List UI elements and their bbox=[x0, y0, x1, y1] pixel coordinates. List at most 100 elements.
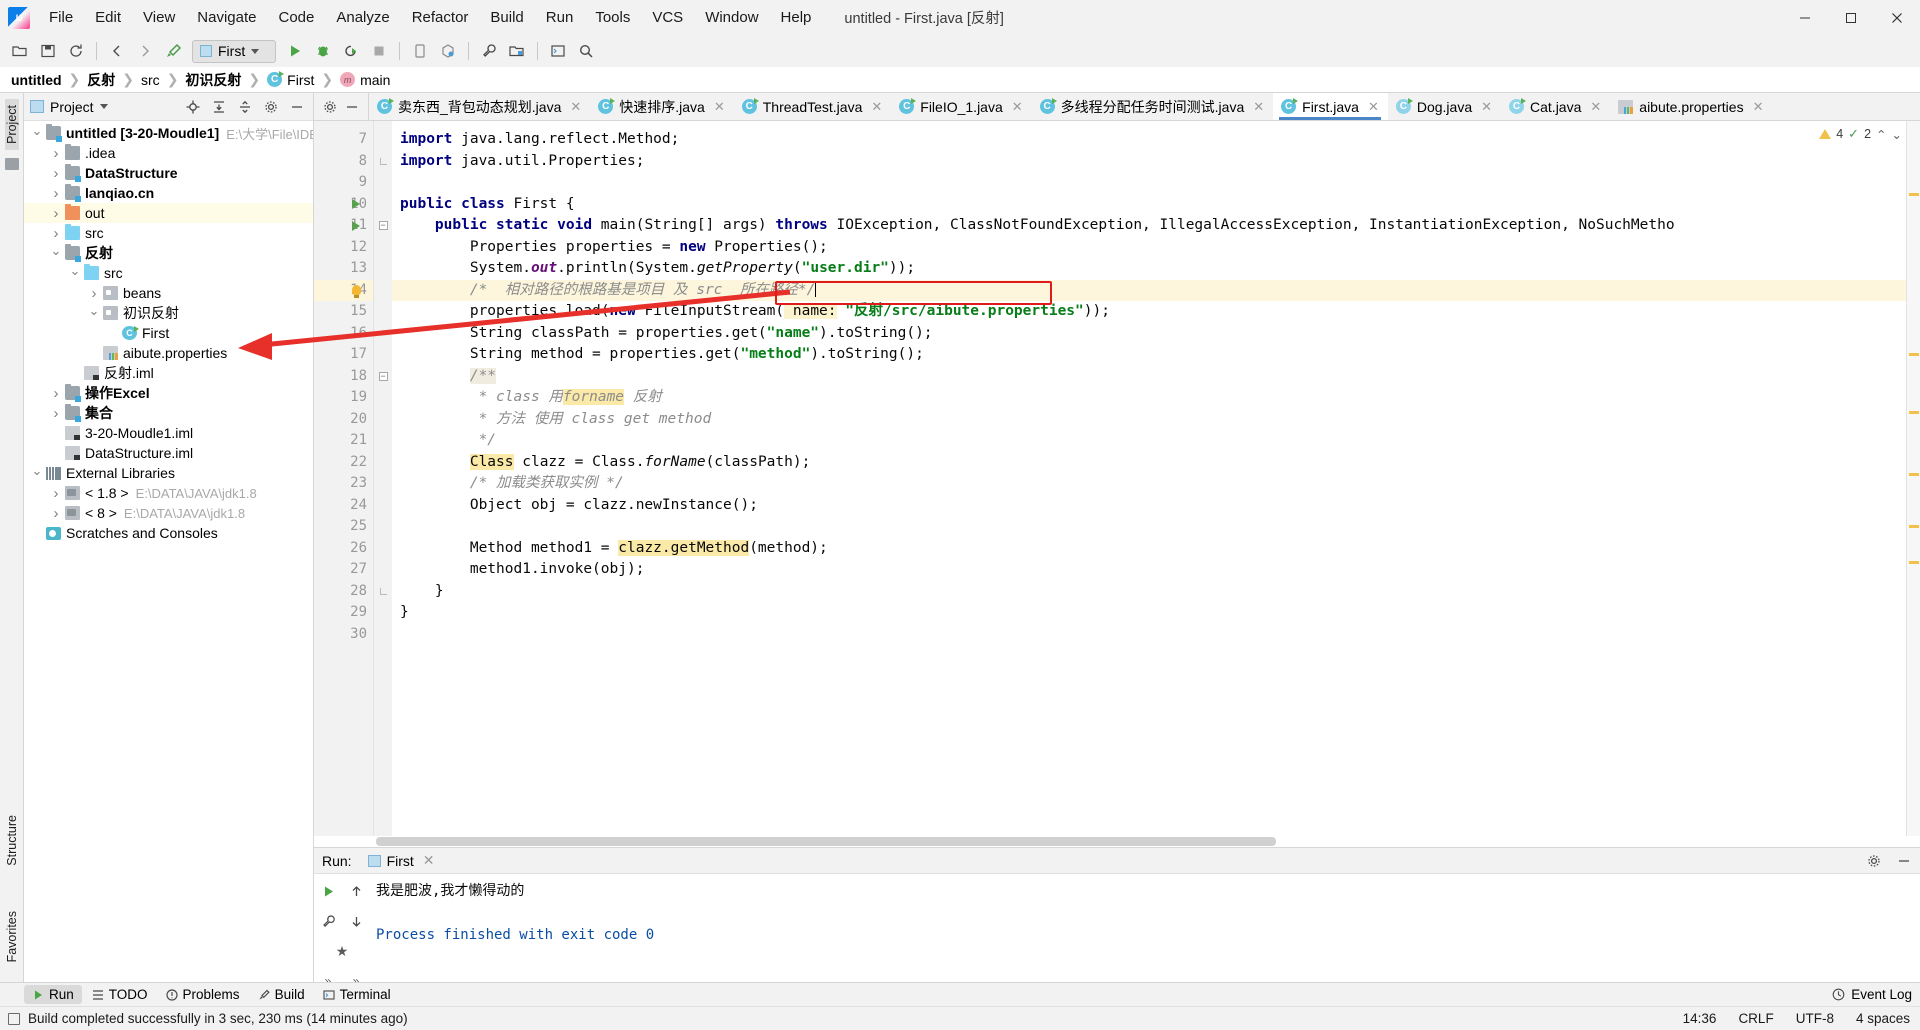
run-console-output[interactable]: 我是肥波,我才懒得动的 Process finished with exit c… bbox=[370, 874, 1920, 982]
chevron-right-icon[interactable] bbox=[49, 386, 63, 401]
terminal-icon[interactable] bbox=[545, 38, 571, 64]
chevron-right-icon[interactable] bbox=[87, 286, 101, 301]
chevron-right-icon[interactable] bbox=[49, 146, 63, 161]
code-line[interactable] bbox=[400, 172, 1906, 194]
code-line[interactable]: properties.load(new FileInputStream( nam… bbox=[400, 301, 1906, 323]
maximize-button[interactable] bbox=[1828, 0, 1874, 35]
run-gutter-icon[interactable] bbox=[352, 215, 360, 237]
fold-marker[interactable]: − bbox=[374, 215, 392, 237]
chevron-down-icon[interactable] bbox=[87, 307, 101, 320]
lock-icon[interactable] bbox=[8, 1012, 20, 1025]
editor-tab[interactable]: C ThreadTest.java ✕ bbox=[734, 93, 892, 120]
bookmark-icon[interactable] bbox=[4, 157, 19, 170]
gear-icon[interactable] bbox=[320, 97, 340, 117]
close-tab-icon[interactable]: ✕ bbox=[1253, 99, 1264, 115]
bottom-tab-terminal[interactable]: Terminal bbox=[315, 985, 399, 1004]
tree-row[interactable]: 操作Excel bbox=[24, 383, 313, 403]
editor-tab[interactable]: C 快速排序.java ✕ bbox=[590, 93, 733, 120]
run-gutter-icon[interactable] bbox=[352, 194, 360, 216]
menu-edit[interactable]: Edit bbox=[84, 4, 132, 31]
debug-icon[interactable] bbox=[310, 38, 336, 64]
tree-row[interactable]: DataStructure bbox=[24, 163, 313, 183]
chevron-up-icon[interactable]: ⌃ bbox=[1876, 127, 1886, 142]
rail-project-button[interactable]: Project bbox=[4, 99, 19, 150]
run-with-coverage-icon[interactable] bbox=[338, 38, 364, 64]
code-line[interactable]: Properties properties = new Properties()… bbox=[400, 237, 1906, 259]
expand-all-icon[interactable] bbox=[209, 97, 229, 117]
close-tab-icon[interactable]: ✕ bbox=[1590, 99, 1601, 115]
code-line[interactable]: /** bbox=[400, 366, 1906, 388]
locate-target-icon[interactable] bbox=[183, 97, 203, 117]
editor-fold-column[interactable]: − − bbox=[374, 121, 392, 847]
wrench-icon[interactable] bbox=[476, 38, 502, 64]
editor-tab[interactable]: C Cat.java ✕ bbox=[1501, 93, 1610, 120]
code-line[interactable]: String classPath = properties.get("name"… bbox=[400, 323, 1906, 345]
rail-structure-button[interactable]: Structure bbox=[5, 809, 19, 872]
code-line[interactable]: System.out.println(System.getProperty("u… bbox=[400, 258, 1906, 280]
project-structure-icon[interactable] bbox=[504, 38, 530, 64]
chevron-down-icon[interactable] bbox=[68, 267, 82, 280]
open-folder-icon[interactable] bbox=[7, 38, 33, 64]
tree-row[interactable]: < 1.8 > E:\DATA\JAVA\jdk1.8 bbox=[24, 483, 313, 503]
code-line[interactable]: } bbox=[400, 602, 1906, 624]
tree-row[interactable]: < 8 > E:\DATA\JAVA\jdk1.8 bbox=[24, 503, 313, 523]
breadcrumb-item-package[interactable]: 初识反射 bbox=[182, 70, 244, 90]
breadcrumb-item-src[interactable]: src bbox=[138, 72, 163, 88]
chevron-right-icon[interactable] bbox=[49, 486, 63, 501]
scrollbar-thumb[interactable] bbox=[376, 837, 1276, 846]
chevron-right-icon[interactable] bbox=[49, 206, 63, 221]
avd-manager-icon[interactable] bbox=[435, 38, 461, 64]
tree-row[interactable]: 反射.iml bbox=[24, 363, 313, 383]
breadcrumb-item-first[interactable]: C First bbox=[264, 71, 317, 88]
breadcrumb-item-main[interactable]: m main bbox=[337, 72, 393, 88]
editor-gutter[interactable]: 7 8 9 101112 13 1415 16 17 18 19 20 21 22 23 24 25 26 27 2… bbox=[314, 121, 374, 847]
code-line[interactable]: /* 相对路径的根路基是项目 及 src 所在路径*/ bbox=[392, 279, 1906, 301]
project-tree[interactable]: untitled [3-20-Moudle1] E:\大学\File\IDEA .i… bbox=[24, 121, 313, 982]
run-configuration-selector[interactable]: First bbox=[192, 39, 276, 63]
close-tab-icon[interactable]: ✕ bbox=[714, 99, 725, 115]
menu-build[interactable]: Build bbox=[479, 4, 534, 31]
collapse-all-icon[interactable] bbox=[235, 97, 255, 117]
menu-refactor[interactable]: Refactor bbox=[401, 4, 480, 31]
wrench-icon[interactable] bbox=[317, 910, 339, 932]
close-tab-icon[interactable]: ✕ bbox=[1481, 99, 1492, 115]
bottom-tab-run[interactable]: Run bbox=[24, 985, 82, 1004]
chevron-right-icon[interactable] bbox=[49, 406, 63, 421]
tree-row[interactable]: src bbox=[24, 223, 313, 243]
menu-file[interactable]: File bbox=[38, 4, 84, 31]
close-tab-icon[interactable]: ✕ bbox=[570, 99, 581, 115]
close-tab-icon[interactable]: ✕ bbox=[1012, 99, 1023, 115]
hide-panel-icon[interactable] bbox=[287, 97, 307, 117]
status-indent[interactable]: 4 spaces bbox=[1856, 1011, 1910, 1026]
tree-row[interactable]: DataStructure.iml bbox=[24, 443, 313, 463]
code-line[interactable]: method1.invoke(obj); bbox=[400, 559, 1906, 581]
search-everywhere-icon[interactable] bbox=[573, 38, 599, 64]
code-line[interactable]: } bbox=[400, 581, 1906, 603]
close-tab-icon[interactable]: ✕ bbox=[871, 99, 882, 115]
menu-analyze[interactable]: Analyze bbox=[325, 4, 400, 31]
fold-marker[interactable] bbox=[374, 581, 392, 603]
fold-marker[interactable] bbox=[374, 151, 392, 173]
editor-tab[interactable]: C Dog.java ✕ bbox=[1388, 93, 1501, 120]
chevron-down-icon[interactable] bbox=[30, 467, 44, 480]
sync-icon[interactable] bbox=[63, 38, 89, 64]
chevron-down-icon[interactable]: ⌄ bbox=[1892, 127, 1902, 142]
code-line[interactable]: /* 加载类获取实例 */ bbox=[400, 473, 1906, 495]
device-manager-icon[interactable] bbox=[407, 38, 433, 64]
tree-row[interactable]: src bbox=[24, 263, 313, 283]
chevron-down-icon[interactable] bbox=[30, 127, 44, 140]
fold-collapse-icon[interactable]: − bbox=[378, 371, 388, 381]
status-encoding[interactable]: UTF-8 bbox=[1796, 1011, 1834, 1026]
expand-icon[interactable]: ★ bbox=[331, 940, 353, 962]
forward-arrow-icon[interactable] bbox=[132, 38, 158, 64]
tree-row[interactable]: lanqiao.cn bbox=[24, 183, 313, 203]
editor-tab[interactable]: C 卖东西_背包动态规划.java ✕ bbox=[369, 93, 590, 120]
chevron-right-icon[interactable] bbox=[49, 506, 63, 521]
code-line[interactable]: * 方法 使用 class get method bbox=[400, 409, 1906, 431]
project-panel-title[interactable]: Project bbox=[30, 99, 177, 115]
tree-row[interactable]: .idea bbox=[24, 143, 313, 163]
code-line[interactable]: import java.lang.reflect.Method; bbox=[400, 129, 1906, 151]
code-line[interactable]: public class First { bbox=[400, 194, 1906, 216]
menu-run[interactable]: Run bbox=[535, 4, 585, 31]
breadcrumb-item-untitled[interactable]: untitled bbox=[8, 72, 65, 88]
